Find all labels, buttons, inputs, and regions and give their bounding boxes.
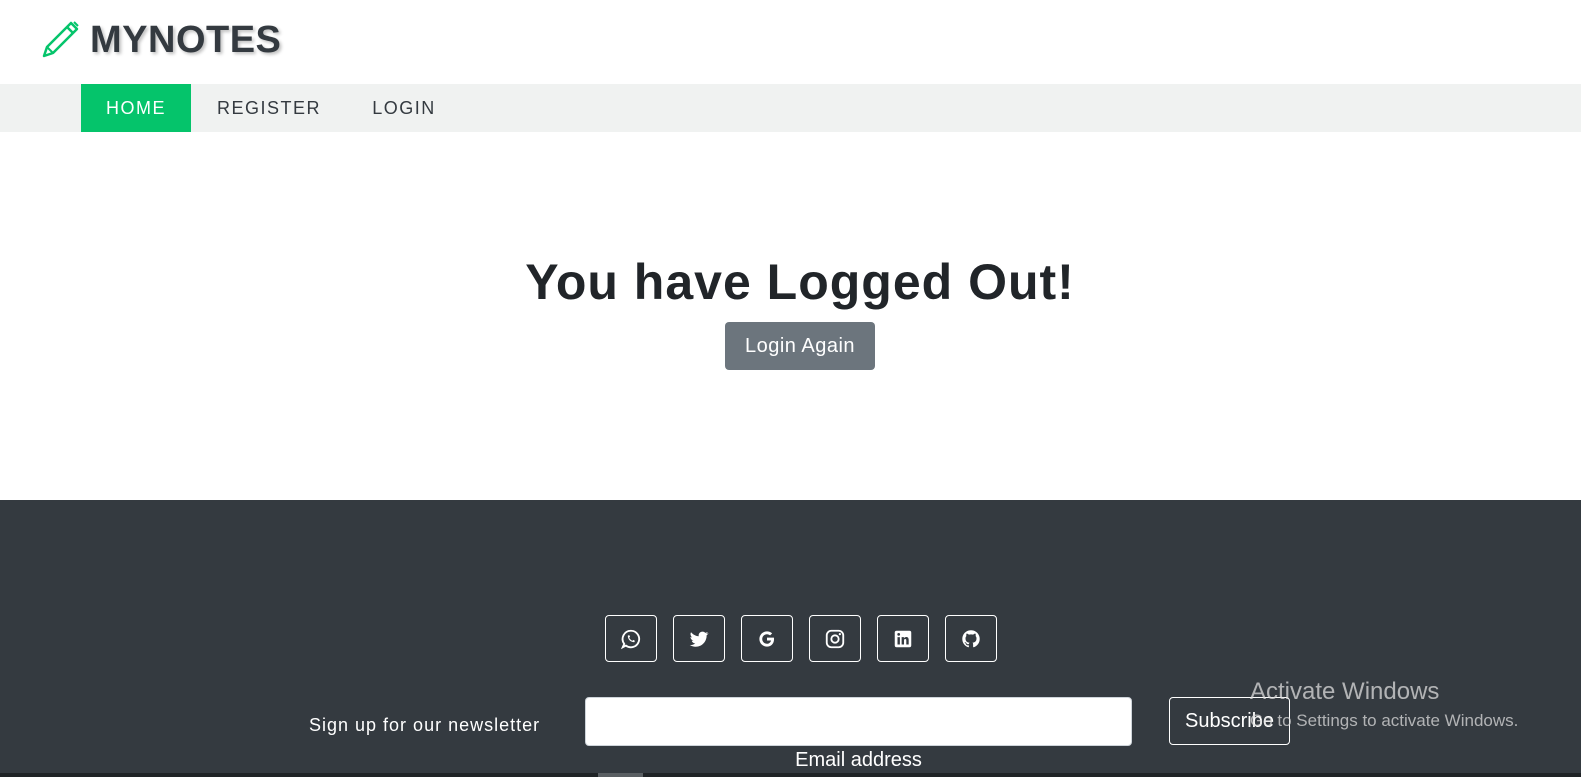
twitter-icon — [689, 631, 709, 647]
activate-windows-subtitle: Go to Settings to activate Windows. — [1250, 711, 1519, 730]
nav-item-login[interactable]: LOGIN — [358, 84, 450, 132]
twitter-button[interactable] — [673, 615, 725, 662]
google-icon — [759, 630, 775, 647]
whatsapp-button[interactable] — [605, 615, 657, 662]
google-button[interactable] — [741, 615, 793, 662]
github-icon — [962, 629, 980, 647]
email-field-label: Email address — [795, 749, 922, 771]
brand-name: MYNOTES — [90, 19, 282, 61]
brand-logo[interactable]: MYNOTES — [38, 18, 281, 62]
whatsapp-icon — [620, 629, 641, 649]
pencil-icon — [42, 21, 79, 58]
linkedin-button[interactable] — [877, 615, 929, 662]
nav-item-register[interactable]: REGISTER — [204, 84, 334, 132]
nav-item-home[interactable]: HOME — [81, 84, 191, 132]
scrollbar-thumb[interactable] — [598, 773, 643, 777]
email-input[interactable] — [585, 697, 1132, 746]
github-button[interactable] — [945, 615, 997, 662]
newsletter-label: Sign up for our newsletter — [309, 715, 541, 735]
site-header: MYNOTES — [0, 0, 1581, 84]
linkedin-icon — [894, 630, 912, 647]
login-again-button[interactable]: Login Again — [725, 322, 875, 370]
logout-heading: You have Logged Out! — [525, 254, 1075, 310]
bottom-edge — [0, 773, 1581, 777]
main-navbar: HOME REGISTER LOGIN — [0, 84, 1581, 132]
instagram-icon — [825, 629, 845, 648]
activate-windows-title: Activate Windows — [1250, 678, 1440, 705]
instagram-button[interactable] — [809, 615, 861, 662]
